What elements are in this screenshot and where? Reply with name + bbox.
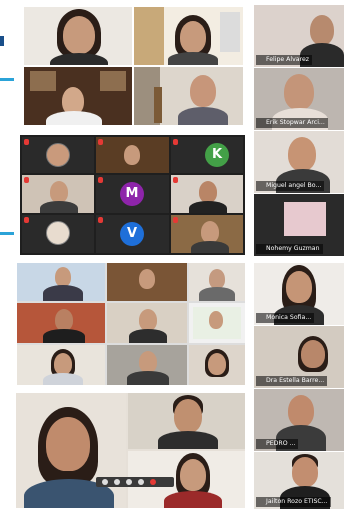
participant-tile[interactable]: Erik Stopwar Arci... — [254, 68, 344, 130]
avatar: V — [120, 222, 144, 246]
avatar: M — [120, 182, 144, 206]
participant-tile[interactable]: Miguel angel Bo... — [254, 131, 344, 193]
video-tile[interactable]: M — [96, 175, 169, 213]
video-tile[interactable] — [128, 393, 245, 449]
accent-mark — [0, 36, 4, 46]
video-tile[interactable] — [189, 263, 245, 301]
participant-name: Miguel angel Bo... — [256, 181, 325, 191]
participant-name: Dra Estella Barre... — [256, 376, 328, 386]
video-tile[interactable]: V — [96, 215, 169, 253]
participant-name: Erik Stopwar Arci... — [256, 118, 328, 128]
video-tile[interactable] — [17, 263, 105, 301]
leave-icon[interactable] — [150, 479, 156, 485]
chat-icon[interactable] — [138, 479, 144, 485]
video-tile[interactable] — [22, 137, 94, 173]
video-tile[interactable] — [134, 7, 243, 65]
video-tile[interactable] — [171, 175, 243, 213]
video-tile[interactable] — [22, 215, 94, 253]
video-tile[interactable] — [171, 215, 243, 253]
participant-name: Felipe Alvarez — [256, 55, 313, 65]
video-tile[interactable] — [107, 345, 187, 385]
share-icon[interactable] — [126, 479, 132, 485]
video-tile[interactable] — [17, 345, 105, 385]
participant-tile[interactable]: Jailton Rozo ETISC... — [254, 452, 344, 509]
video-conference-collage: K M V Felipe Alvarez Erik Stopwar Arci..… — [0, 0, 346, 511]
video-tile[interactable] — [134, 67, 243, 125]
participant-tile[interactable]: PEDRO ... — [254, 389, 344, 451]
participant-tile[interactable]: Felipe Alvarez — [254, 5, 344, 67]
video-tile[interactable] — [17, 303, 105, 343]
meeting-panel-2: K M V — [20, 135, 245, 255]
meeting-panel-4 — [16, 393, 245, 508]
video-tile[interactable] — [24, 7, 132, 65]
mic-icon[interactable] — [102, 479, 108, 485]
participant-tile[interactable]: Nohemy Guzman — [254, 194, 344, 256]
participant-name: Jailton Rozo ETISC... — [256, 497, 331, 507]
avatar: K — [205, 143, 229, 167]
meeting-panel-1 — [22, 5, 245, 127]
participant-tile[interactable]: Dra Estella Barre... — [254, 326, 344, 388]
participant-name: Nohemy Guzman — [256, 244, 323, 254]
video-tile[interactable] — [189, 303, 245, 343]
video-tile[interactable] — [24, 67, 132, 125]
video-tile[interactable] — [107, 303, 187, 343]
meeting-controls — [96, 477, 174, 487]
accent-bar — [0, 232, 14, 235]
accent-bar — [0, 78, 14, 81]
meeting-panel-3 — [17, 263, 245, 385]
camera-icon[interactable] — [114, 479, 120, 485]
video-tile[interactable] — [16, 393, 126, 508]
video-tile[interactable] — [107, 263, 187, 301]
video-tile[interactable] — [189, 345, 245, 385]
participant-tile[interactable]: Monica Sofia... — [254, 263, 344, 325]
video-tile[interactable]: K — [171, 137, 243, 173]
participant-name: Monica Sofia... — [256, 313, 315, 323]
video-tile[interactable] — [96, 137, 169, 173]
participant-name: PEDRO ... — [256, 439, 299, 449]
video-tile[interactable] — [22, 175, 94, 213]
